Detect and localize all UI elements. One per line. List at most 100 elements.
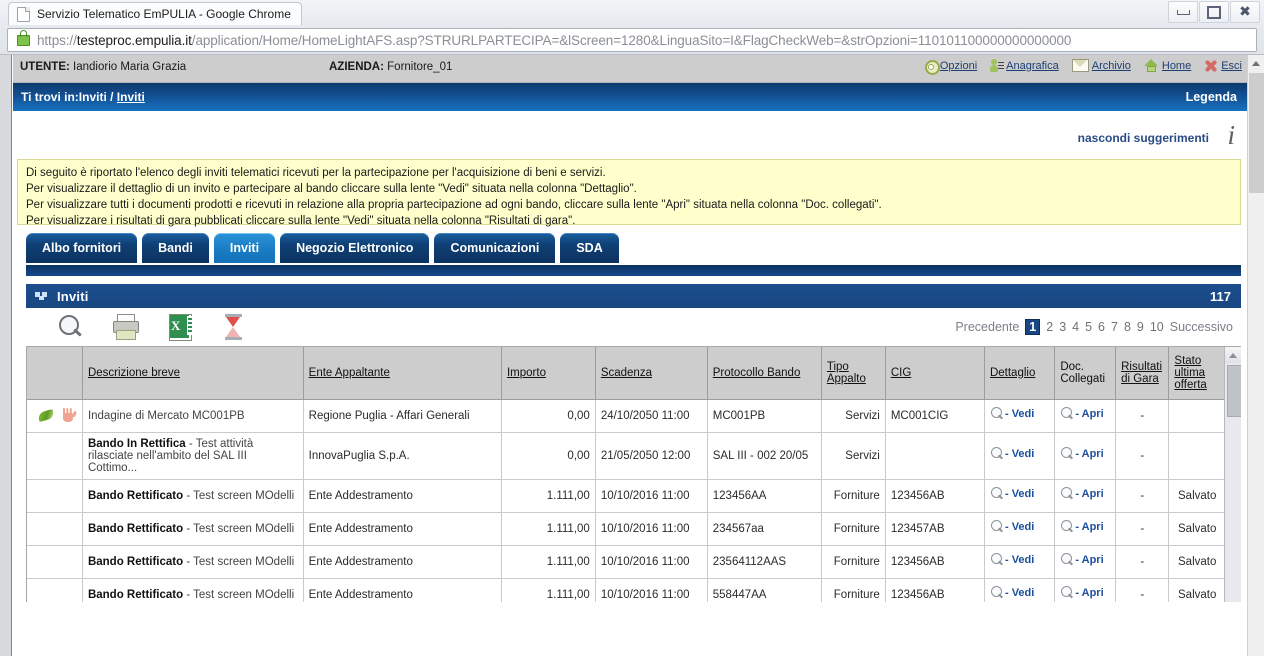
pager-page-7[interactable]: 7 (1111, 320, 1118, 334)
print-icon[interactable] (110, 312, 141, 342)
cell-descrizione: Bando Rettificato - Test screen MOdelli (82, 512, 304, 546)
link-esci[interactable]: Esci (1204, 59, 1242, 73)
cell-risultati: - (1115, 545, 1170, 579)
page-scroll-thumb[interactable] (1249, 73, 1264, 193)
cell-dettaglio[interactable]: - Vedi (984, 399, 1056, 433)
link-home-label[interactable]: Home (1162, 60, 1191, 72)
col-risultati-di-gara[interactable]: Risultati di Gara (1115, 347, 1170, 400)
pager-page-4[interactable]: 4 (1072, 320, 1079, 334)
pager-page-9[interactable]: 9 (1137, 320, 1144, 334)
page-scroll-up-arrow[interactable] (1248, 55, 1264, 72)
maximize-button[interactable] (1199, 1, 1229, 23)
link-esci-label[interactable]: Esci (1221, 60, 1242, 72)
cell-dettaglio[interactable]: - Vedi (984, 578, 1056, 602)
cell-doc[interactable]: - Apri (1054, 578, 1117, 602)
suggestions-header: nascondi suggerimenti i (13, 111, 1247, 159)
link-home[interactable]: Home (1143, 59, 1191, 72)
row-icons (27, 578, 83, 602)
hand-icon[interactable] (61, 408, 77, 423)
address-bar[interactable]: https://testeproc.empulia.it/application… (7, 28, 1257, 52)
tab-comunicazioni[interactable]: Comunicazioni (434, 233, 556, 263)
link-opzioni[interactable]: Opzioni (924, 59, 977, 75)
grid-scroll-up-arrow[interactable] (1225, 347, 1241, 363)
tab-negozio-elettronico[interactable]: Negozio Elettronico (280, 233, 430, 263)
link-anagrafica-label[interactable]: Anagrafica (1006, 60, 1059, 72)
panel-collapse-icon[interactable] (35, 291, 49, 301)
magnifier-icon (1060, 407, 1074, 421)
pager-page-5[interactable]: 5 (1085, 320, 1092, 334)
cell-dettaglio[interactable]: - Vedi (984, 512, 1056, 546)
col-stato-ultima-offerta[interactable]: Stato ultima offerta (1168, 347, 1226, 400)
user-label: UTENTE: (20, 61, 70, 73)
cell-risultati: - (1115, 578, 1170, 602)
table-row[interactable]: Bando Rettificato - Test screen MOdelli … (27, 578, 1226, 602)
col-scadenza[interactable]: Scadenza (595, 347, 708, 400)
tab-inviti[interactable]: Inviti (213, 233, 276, 263)
inviti-table: Descrizione breve Ente Appaltante Import… (27, 347, 1226, 602)
excel-export-icon[interactable]: X (164, 312, 195, 342)
link-archivio[interactable]: Archivio (1071, 59, 1131, 72)
col-importo[interactable]: Importo (501, 347, 596, 400)
suggestion-line: Per visualizzare i risultati di gara pub… (26, 215, 576, 227)
col-cig[interactable]: CIG (885, 347, 985, 400)
close-icon: ✖ (1239, 4, 1251, 20)
table-row[interactable]: Bando Rettificato - Test screen MOdelli … (27, 545, 1226, 579)
cell-descrizione: Indagine di Mercato MC001PB (82, 399, 304, 433)
tab-sda[interactable]: SDA (560, 233, 619, 263)
legenda-link[interactable]: Legenda (1186, 90, 1237, 104)
link-anagrafica[interactable]: Anagrafica (990, 59, 1059, 72)
vedi-link: - Vedi (990, 520, 1034, 534)
vedi-link: - Vedi (990, 407, 1034, 421)
info-icon[interactable]: i (1227, 120, 1235, 151)
grid-scrollbar[interactable] (1224, 347, 1241, 602)
pager-page-8[interactable]: 8 (1124, 320, 1131, 334)
col-dettaglio[interactable]: Dettaglio (984, 347, 1056, 400)
link-opzioni-label[interactable]: Opzioni (940, 60, 977, 72)
cell-dettaglio[interactable]: - Vedi (984, 432, 1056, 480)
magnifier-icon (1060, 520, 1074, 534)
col-ente-appaltante[interactable]: Ente Appaltante (303, 347, 502, 400)
cell-doc[interactable]: - Apri (1054, 432, 1117, 480)
hourglass-icon[interactable] (218, 312, 249, 342)
browser-tab[interactable]: Servizio Telematico EmPULIA - Google Chr… (8, 2, 302, 25)
hide-suggestions-link[interactable]: nascondi suggerimenti (1078, 131, 1209, 145)
pager-page-6[interactable]: 6 (1098, 320, 1105, 334)
pager-previous[interactable]: Precedente (955, 320, 1019, 334)
page-scrollbar[interactable] (1247, 55, 1264, 656)
search-icon[interactable] (56, 312, 87, 342)
tab-albo-fornitori[interactable]: Albo fornitori (26, 233, 138, 263)
pager-page-3[interactable]: 3 (1059, 320, 1066, 334)
col-descrizione-breve[interactable]: Descrizione breve (82, 347, 304, 400)
pager-page-1[interactable]: 1 (1025, 319, 1041, 335)
table-row[interactable]: Bando In Rettifica - Test attività rilas… (27, 432, 1226, 480)
cell-doc[interactable]: - Apri (1054, 479, 1117, 513)
table-row[interactable]: Bando Rettificato - Test screen MOdelli … (27, 479, 1226, 513)
table-row[interactable]: Indagine di Mercato MC001PB Regione Pugl… (27, 399, 1226, 433)
tab-label: Comunicazioni (450, 241, 540, 255)
magnifier-icon (990, 407, 1003, 421)
col-protocollo-bando[interactable]: Protocollo Bando (707, 347, 822, 400)
cell-scadenza: 10/10/2016 11:00 (595, 512, 708, 546)
cell-protocollo: 23564112AAS (707, 545, 822, 579)
envelope-icon (1071, 59, 1089, 72)
pager-next[interactable]: Successivo (1170, 320, 1233, 334)
leaf-icon[interactable] (37, 408, 55, 423)
cell-dettaglio[interactable]: - Vedi (984, 545, 1056, 579)
close-button[interactable]: ✖ (1230, 1, 1260, 23)
exit-x-icon (1204, 59, 1218, 73)
col-tipo-appalto[interactable]: Tipo Appalto (821, 347, 886, 400)
link-archivio-label[interactable]: Archivio (1092, 60, 1131, 72)
cell-doc[interactable]: - Apri (1054, 545, 1117, 579)
cell-doc[interactable]: - Apri (1054, 512, 1117, 546)
cell-dettaglio[interactable]: - Vedi (984, 479, 1056, 513)
pager-page-10[interactable]: 10 (1150, 320, 1164, 334)
pager-page-2[interactable]: 2 (1046, 320, 1053, 334)
grid-scroll-thumb[interactable] (1227, 365, 1241, 417)
browser-chrome: Servizio Telematico EmPULIA - Google Chr… (0, 0, 1264, 55)
cell-doc[interactable]: - Apri (1054, 399, 1117, 433)
table-row[interactable]: Bando Rettificato - Test screen MOdelli … (27, 512, 1226, 546)
minimize-button[interactable] (1168, 1, 1198, 23)
tab-bandi[interactable]: Bandi (142, 233, 209, 263)
cell-risultati: - (1115, 432, 1170, 480)
breadcrumb-current[interactable]: Inviti (117, 90, 145, 104)
